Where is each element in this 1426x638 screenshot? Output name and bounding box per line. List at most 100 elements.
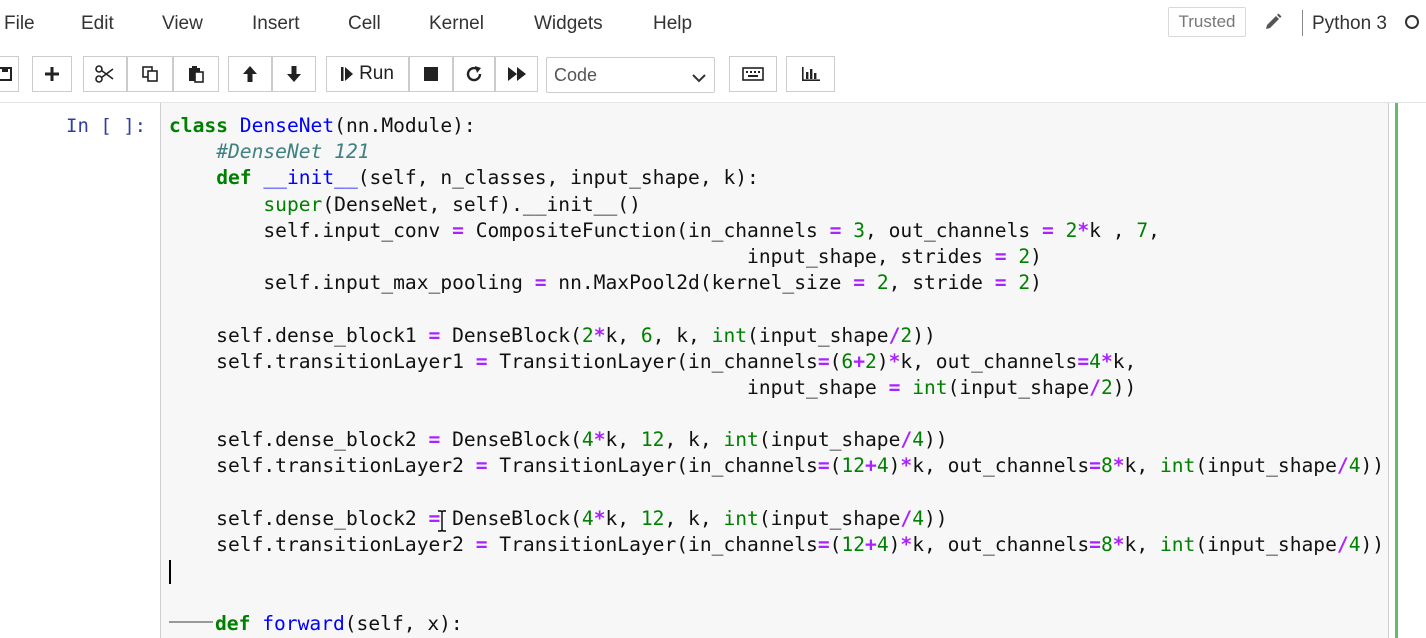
menu-help[interactable]: Help <box>653 12 692 36</box>
code-token: * <box>888 349 901 373</box>
arrow-down-icon <box>286 65 302 83</box>
code-token: * <box>1077 218 1090 242</box>
code-token: def <box>215 611 251 635</box>
code-token: (self, n_classes, input_shape, k): <box>357 166 759 190</box>
code-token: + <box>865 454 877 478</box>
code-editor[interactable]: class DenseNet(nn.Module): #DenseNet 121… <box>169 113 1387 637</box>
code-line: #DenseNet 121 <box>169 139 1387 165</box>
code-token: k, <box>1112 349 1137 373</box>
code-token: k, out_channels <box>912 454 1090 478</box>
move-up-button[interactable] <box>228 56 272 92</box>
code-token: int <box>1159 533 1196 556</box>
code-token: )) <box>924 428 948 452</box>
code-token: 12 <box>841 533 866 556</box>
code-token: ) <box>1030 271 1042 295</box>
code-line: self.transitionLayer1 = TransitionLayer(… <box>169 349 1387 375</box>
code-token: ) <box>1030 244 1042 268</box>
code-token: forward <box>262 611 345 635</box>
code-line: ​ <box>169 480 1387 506</box>
code-token: = <box>428 323 441 347</box>
code-token: 4 <box>912 506 924 530</box>
scissors-icon <box>95 65 115 83</box>
code-token: = <box>452 218 464 242</box>
code-token: + <box>865 533 877 556</box>
code-token: 6 <box>841 349 854 373</box>
code-token: int <box>723 428 759 452</box>
code-token: )) <box>1360 454 1385 478</box>
code-token: + <box>853 349 866 373</box>
code-token: CompositeFunction(in_channels <box>463 218 830 242</box>
pencil-icon[interactable] <box>1263 12 1285 34</box>
code-token: int <box>711 323 748 347</box>
code-token: 2 <box>1100 375 1113 399</box>
toolbar: Run Code <box>0 48 1426 103</box>
code-token: = <box>1041 218 1054 242</box>
code-token: * <box>593 506 606 530</box>
restart-icon <box>465 65 483 83</box>
code-token: = <box>817 533 830 556</box>
menu-kernel[interactable]: Kernel <box>429 12 484 36</box>
cell-prompt: In [ ]: <box>66 115 147 137</box>
run-all-button[interactable] <box>495 56 538 92</box>
tab-indent-arrow-icon <box>169 621 213 624</box>
code-token: 4 <box>1348 533 1361 556</box>
fast-forward-icon <box>507 66 527 82</box>
code-token: self.transitionLayer2 <box>169 454 476 478</box>
interrupt-button[interactable] <box>409 56 453 92</box>
code-line: class DenseNet(nn.Module): <box>169 113 1387 139</box>
code-token: * <box>1112 533 1125 556</box>
paste-button[interactable] <box>173 56 219 92</box>
copy-button[interactable] <box>127 56 173 92</box>
code-token: , stride <box>888 271 995 295</box>
menu-bar: File Edit View Insert Cell Kernel Widget… <box>0 0 1426 49</box>
run-label: Run <box>359 63 394 84</box>
code-token: = <box>817 349 830 373</box>
chart-button[interactable] <box>786 56 835 92</box>
menu-view[interactable]: View <box>162 12 203 36</box>
code-token: ( <box>829 349 842 373</box>
cut-button[interactable] <box>83 56 127 92</box>
code-token: 4 <box>581 428 594 452</box>
code-token: 4 <box>876 454 889 478</box>
code-line: self.dense_block2 = DenseBlock(4*k, 12, … <box>169 506 1387 532</box>
restart-button[interactable] <box>453 56 495 92</box>
run-button[interactable]: Run <box>326 56 409 92</box>
code-token: k, <box>605 323 641 347</box>
code-token: ) <box>888 454 901 478</box>
code-token: self.dense_block2 <box>169 506 429 530</box>
code-token: , <box>1148 218 1160 242</box>
code-line: self.input_max_pooling = nn.MaxPool2d(ke… <box>169 270 1387 296</box>
cell-type-select[interactable]: Code <box>546 57 715 93</box>
move-down-button[interactable] <box>272 56 316 92</box>
code-token: self.input_max_pooling <box>169 271 535 295</box>
code-token: k, <box>1124 533 1160 556</box>
code-token: input_shape, strides <box>169 244 995 268</box>
code-token: (input_shape <box>947 375 1090 399</box>
trusted-indicator[interactable]: Trusted <box>1168 7 1246 37</box>
code-token: self.dense_block1 <box>169 323 429 347</box>
code-token: * <box>593 323 606 347</box>
menu-widgets[interactable]: Widgets <box>534 12 603 36</box>
kernel-name[interactable]: Python 3 <box>1312 12 1387 36</box>
code-token: )) <box>912 323 936 347</box>
code-line: input_shape = int(input_shape/2)) <box>169 375 1387 401</box>
command-palette-button[interactable] <box>729 56 777 92</box>
code-token: self.dense_block2 <box>169 428 429 452</box>
menu-edit[interactable]: Edit <box>81 12 114 36</box>
menu-insert[interactable]: Insert <box>252 12 300 36</box>
add-cell-button[interactable] <box>32 56 72 92</box>
code-token: self.transitionLayer2 <box>169 533 476 556</box>
code-token: k, out_channels <box>912 533 1090 556</box>
right-margin <box>1398 103 1426 638</box>
save-button[interactable] <box>0 56 19 92</box>
menu-cell[interactable]: Cell <box>348 12 381 36</box>
kernel-separator <box>1302 10 1303 36</box>
code-token: 4 <box>876 533 889 556</box>
code-token: __init__ <box>263 166 358 190</box>
menu-file[interactable]: File <box>4 12 35 36</box>
code-line: ​ <box>169 584 1387 610</box>
